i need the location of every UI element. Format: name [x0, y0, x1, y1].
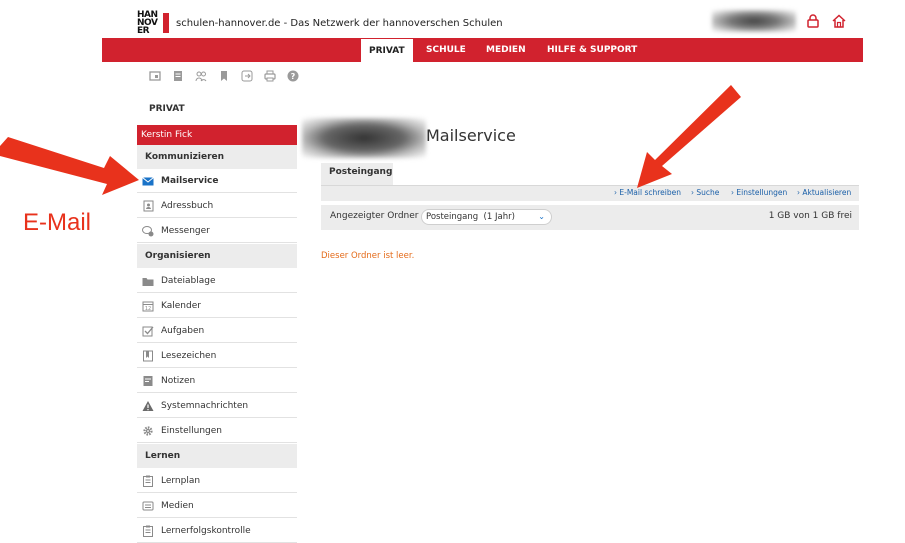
annotation-arrow-right [637, 85, 741, 188]
annotation-arrows [0, 85, 741, 195]
annotation-arrow-left [0, 137, 139, 195]
